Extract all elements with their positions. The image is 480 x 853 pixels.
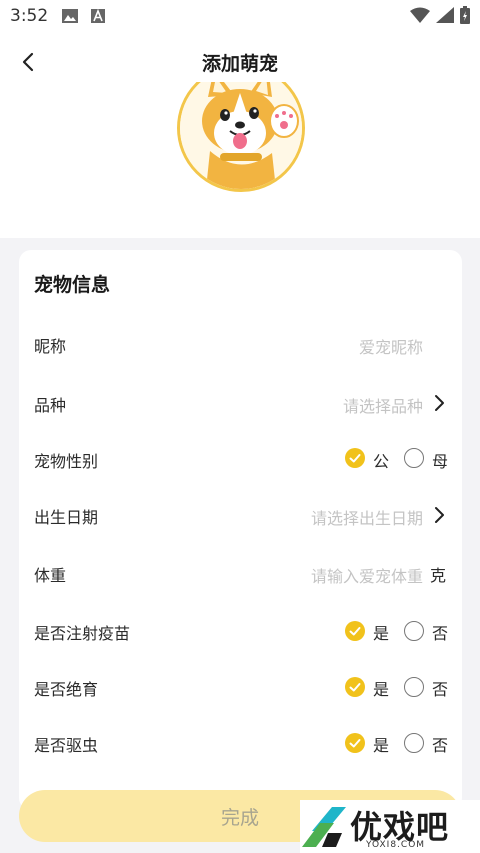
sterilized-no-label: 否 (432, 680, 449, 699)
corgi-illustration-icon (180, 82, 302, 189)
gender-female-radio[interactable] (404, 448, 424, 468)
watermark-domain: YOXI8.COM (366, 840, 426, 850)
gender-label: 宠物性别 (34, 452, 99, 471)
watermark: 优戏吧 YOXI8.COM (300, 800, 480, 853)
vaccinated-no-radio[interactable] (404, 621, 424, 641)
sterilized-no-radio[interactable] (404, 677, 424, 697)
vaccinated-no-label: 否 (432, 624, 449, 643)
dewormed-no-label: 否 (432, 736, 449, 755)
image-icon (62, 8, 78, 23)
wifi-icon (410, 7, 430, 27)
gender-male-radio[interactable] (345, 448, 365, 468)
gender-male-label: 公 (373, 452, 390, 471)
nickname-input[interactable]: 爱宠昵称 (359, 334, 423, 358)
signal-icon (436, 7, 454, 27)
weight-label: 体重 (34, 566, 67, 585)
status-bar: 3:52 (0, 0, 480, 32)
check-icon (349, 627, 361, 636)
vaccinated-yes-radio[interactable] (345, 621, 365, 641)
brand-logo-icon (302, 807, 346, 847)
battery-icon (460, 6, 470, 28)
breed-label: 品种 (34, 396, 67, 415)
gender-female-label: 母 (432, 452, 449, 471)
breed-select[interactable]: 请选择品种 (343, 393, 423, 417)
dewormed-no-radio[interactable] (404, 733, 424, 753)
vaccinated-label: 是否注射疫苗 (34, 624, 131, 643)
dewormed-yes-label: 是 (373, 736, 390, 755)
vaccinated-yes-label: 是 (373, 624, 390, 643)
chevron-right-icon[interactable] (432, 394, 446, 412)
check-icon (349, 683, 361, 692)
weight-unit: 克 (430, 566, 447, 585)
sterilized-yes-radio[interactable] (345, 677, 365, 697)
check-icon (349, 454, 361, 463)
sterilized-label: 是否绝育 (34, 680, 99, 699)
dewormed-label: 是否驱虫 (34, 736, 99, 755)
check-icon (349, 739, 361, 748)
pet-avatar-container[interactable] (177, 82, 305, 192)
page-title: 添加萌宠 (201, 53, 278, 75)
a-notification-icon (91, 8, 107, 23)
dewormed-yes-radio[interactable] (345, 733, 365, 753)
nickname-label: 昵称 (34, 337, 67, 356)
nav-bar: 添加萌宠 (0, 40, 480, 84)
weight-input[interactable]: 请输入爱宠体重 (311, 563, 423, 587)
status-time: 3:52 (10, 6, 49, 26)
chevron-right-icon[interactable] (432, 506, 446, 524)
birthday-label: 出生日期 (34, 508, 99, 527)
birthday-select[interactable]: 请选择出生日期 (311, 505, 423, 529)
section-title: 宠物信息 (34, 274, 111, 296)
pet-avatar[interactable] (177, 82, 305, 192)
sterilized-yes-label: 是 (373, 680, 390, 699)
